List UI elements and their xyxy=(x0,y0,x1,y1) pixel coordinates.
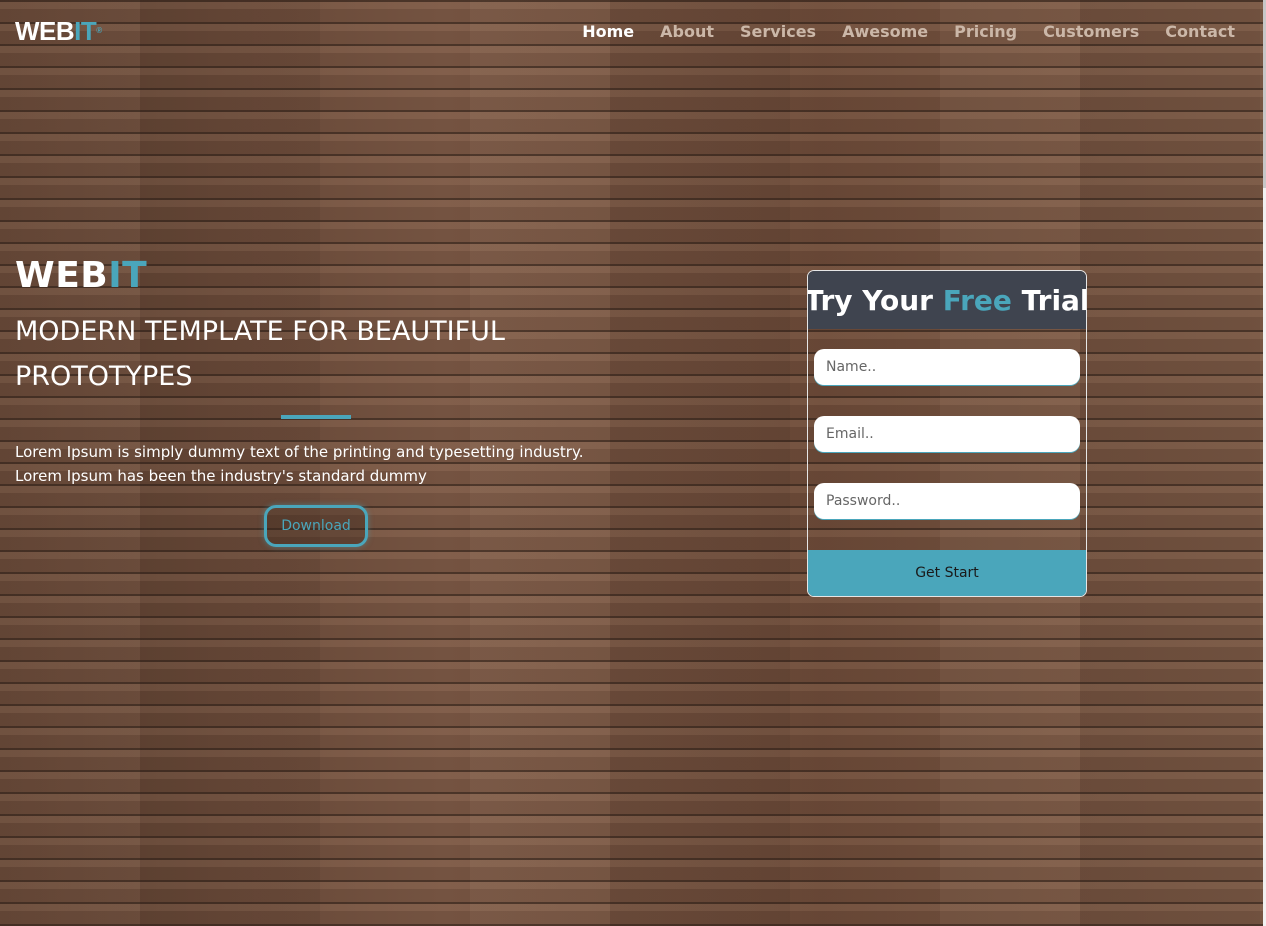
name-input[interactable] xyxy=(814,349,1080,385)
hero-title-accent: IT xyxy=(108,255,148,296)
logo-text-main: WEB xyxy=(15,16,75,46)
hero-divider xyxy=(281,415,351,419)
email-input[interactable] xyxy=(814,416,1080,452)
nav-link-customers[interactable]: Customers xyxy=(1043,22,1139,42)
nav-link-about[interactable]: About xyxy=(660,22,714,42)
nav-link-pricing[interactable]: Pricing xyxy=(954,22,1017,42)
logo-registered-mark: ® xyxy=(96,26,102,35)
password-input[interactable] xyxy=(814,483,1080,519)
site-logo[interactable]: WEBIT® xyxy=(15,18,102,44)
hero-description: Lorem Ipsum is simply dummy text of the … xyxy=(15,443,584,485)
nav-link-home[interactable]: Home xyxy=(582,22,634,42)
trial-title-before: Try Your xyxy=(807,283,943,317)
nav-link-awesome[interactable]: Awesome xyxy=(842,22,928,42)
free-trial-card: Try Your Free Trial Get Start xyxy=(807,270,1087,597)
trial-title-accent: Free xyxy=(942,283,1012,317)
trial-title-after: Trial xyxy=(1011,283,1087,317)
nav-link-services[interactable]: Services xyxy=(740,22,816,42)
hero-title: WEBIT xyxy=(15,256,147,296)
download-button[interactable]: Download xyxy=(264,505,368,547)
hero-title-main: WEB xyxy=(15,255,109,296)
logo-text-accent: IT xyxy=(74,16,97,46)
get-start-button[interactable]: Get Start xyxy=(808,550,1086,596)
trial-card-title: Try Your Free Trial xyxy=(808,271,1086,329)
hero-subtitle: MODERN TEMPLATE FOR BEAUTIFUL PROTOTYPES xyxy=(15,316,505,392)
main-nav: Home About Services Awesome Pricing Cust… xyxy=(582,22,1235,42)
nav-link-contact[interactable]: Contact xyxy=(1165,22,1235,42)
